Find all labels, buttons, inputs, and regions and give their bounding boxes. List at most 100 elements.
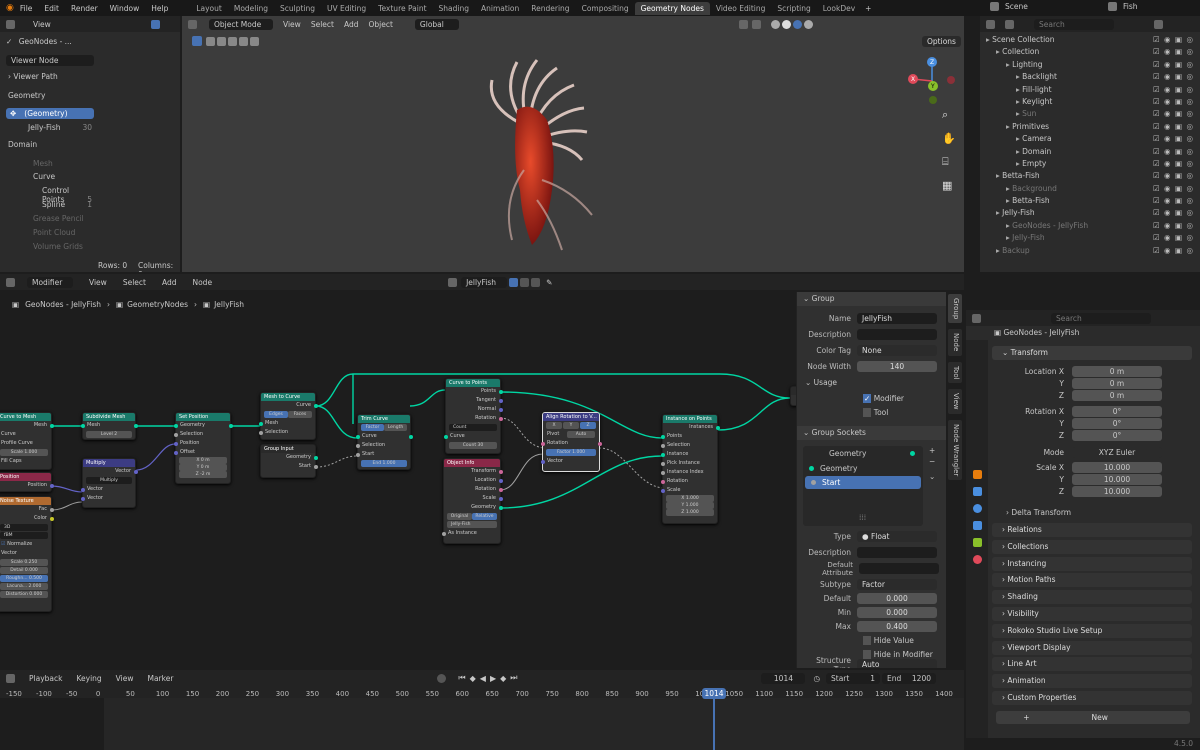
transform-value-field[interactable]: 0 m	[1072, 390, 1162, 401]
sidebar-tab-group[interactable]: Group	[948, 294, 962, 324]
domain-mesh[interactable]: Mesh	[33, 159, 53, 168]
section-collections[interactable]: › Collections	[992, 539, 1192, 554]
timeline-menu-playback[interactable]: Playback	[29, 674, 62, 683]
outliner-item[interactable]: ▸ Betta-Fish ☑ ◉ ▣ ◎	[980, 170, 1200, 182]
noise-texture-node[interactable]: Noise Texture Fac Color 3D fBM ☑ Normali…	[0, 496, 54, 612]
group-description-field[interactable]	[857, 329, 937, 340]
workspace-tab-scripting[interactable]: Scripting	[771, 2, 816, 15]
viewport-menu-select[interactable]: Select	[311, 20, 334, 29]
visibility-toggles[interactable]: ☑ ◉ ▣ ◎	[1153, 59, 1194, 71]
viewer-path-toggle[interactable]: › Viewer Path	[8, 72, 58, 81]
viewport-menu-add[interactable]: Add	[344, 20, 359, 29]
socket-description-field[interactable]	[857, 547, 937, 558]
socket-input-geometry[interactable]: Geometry	[803, 461, 923, 476]
menu-window[interactable]: Window	[110, 4, 140, 13]
next-key-icon[interactable]: ◆	[500, 674, 506, 683]
pan-hand-icon[interactable]: ✋	[942, 132, 956, 145]
select-new-icon[interactable]	[206, 36, 215, 46]
prev-key-icon[interactable]: ◆	[470, 674, 476, 683]
outliner-item[interactable]: ▸ GeoNodes - JellyFish ☑ ◉ ▣ ◎	[980, 220, 1200, 232]
visibility-toggles[interactable]: ☑ ◉ ▣ ◎	[1153, 34, 1194, 46]
domain-grease-pencil[interactable]: Grease Pencil	[33, 214, 84, 223]
viewer-node-select[interactable]: Viewer Node	[6, 55, 94, 66]
object-tab-icon[interactable]	[972, 470, 982, 479]
viewport-menu-object[interactable]: Object	[368, 20, 392, 29]
modifier-checkbox[interactable]: ✓ Modifier	[863, 394, 904, 403]
timeline-menu-view[interactable]: View	[116, 674, 134, 683]
playhead-label[interactable]: 1014	[702, 688, 726, 699]
object-info-node[interactable]: Object Info Transform Location Rotation …	[441, 458, 503, 544]
min-value-field[interactable]: 0.000	[857, 607, 937, 618]
select-extend-icon[interactable]	[217, 36, 226, 46]
default-value-field[interactable]: 0.000	[857, 593, 937, 604]
group-panel-header[interactable]: ⌄ Group	[797, 292, 946, 306]
current-frame-field[interactable]: 1014	[761, 672, 806, 684]
visibility-toggles[interactable]: ☑ ◉ ▣ ◎	[1153, 108, 1194, 120]
socket-output-geometry[interactable]: Geometry	[803, 446, 923, 461]
workspace-tab-animation[interactable]: Animation	[475, 2, 525, 15]
visibility-toggles[interactable]: ☑ ◉ ▣ ◎	[1153, 220, 1194, 232]
transform-value-field[interactable]: 0°	[1072, 418, 1162, 429]
visibility-toggles[interactable]: ☑ ◉ ▣ ◎	[1153, 146, 1194, 158]
viewport-menu-view[interactable]: View	[283, 20, 301, 29]
sidebar-tab-tool[interactable]: Tool	[948, 361, 962, 384]
outliner-item[interactable]: ▸ Background ☑ ◉ ▣ ◎	[980, 183, 1200, 195]
default-attribute-field[interactable]	[859, 563, 939, 574]
workspace-tab-texture-paint[interactable]: Texture Paint	[372, 2, 432, 15]
play-icon[interactable]: ▶	[490, 674, 496, 683]
visibility-toggles[interactable]: ☑ ◉ ▣ ◎	[1153, 133, 1194, 145]
outliner-item[interactable]: ▸ Keylight ☑ ◉ ▣ ◎	[980, 96, 1200, 108]
node-width-field[interactable]: 140	[857, 361, 937, 372]
timeline-menu-keying[interactable]: Keying	[76, 674, 101, 683]
domain-volume-grids[interactable]: Volume Grids	[33, 242, 83, 251]
transform-value-field[interactable]: XYZ Euler	[1072, 447, 1162, 458]
viewlayer-selector[interactable]: Fish	[1108, 2, 1138, 11]
filter-icon[interactable]	[1154, 19, 1163, 29]
pin-icon[interactable]: ✓	[6, 37, 12, 46]
jellyfish-item[interactable]: Jelly-Fish 30	[28, 123, 92, 132]
end-frame-field[interactable]: End 1200	[882, 672, 936, 684]
domain-curve[interactable]: Curve	[33, 172, 55, 181]
constraints-tab-icon[interactable]	[972, 538, 982, 547]
properties-search[interactable]: Search	[1051, 312, 1151, 324]
instance-on-points-node[interactable]: Instance on Points Instances Points Sele…	[660, 414, 720, 524]
structure-type-select[interactable]: Auto	[857, 659, 937, 668]
grid-view-icon[interactable]: ▦	[942, 179, 956, 192]
group-name-field[interactable]: JellyFish	[857, 313, 937, 324]
section-shading[interactable]: › Shading	[992, 590, 1192, 605]
outliner-item[interactable]: ▸ Backup ☑ ◉ ▣ ◎	[980, 245, 1200, 257]
group-sockets-header[interactable]: ⌄ Group Sockets	[797, 426, 946, 440]
transform-orientation[interactable]: Global	[414, 18, 459, 30]
jellyfish-object[interactable]	[462, 50, 642, 260]
transform-value-field[interactable]: 10.000	[1072, 486, 1162, 497]
workspace-tab-shading[interactable]: Shading	[433, 2, 475, 15]
filter-icon[interactable]	[150, 19, 160, 29]
visibility-toggles[interactable]: ☑ ◉ ▣ ◎	[1153, 170, 1194, 182]
new-custom-property-button[interactable]: + New	[996, 711, 1190, 724]
outliner-item[interactable]: ▸ Empty ☑ ◉ ▣ ◎	[980, 158, 1200, 170]
outliner-item[interactable]: ▸ Backlight ☑ ◉ ▣ ◎	[980, 71, 1200, 83]
workspace-tab-geometry-nodes[interactable]: Geometry Nodes	[634, 1, 710, 15]
curve-to-points-node[interactable]: Curve to Points Points Tangent Normal Ro…	[443, 378, 503, 454]
transform-value-field[interactable]: 0°	[1072, 430, 1162, 441]
visibility-toggles[interactable]: ☑ ◉ ▣ ◎	[1153, 232, 1194, 244]
curve-to-mesh-node[interactable]: Curve to Mesh Mesh Curve Profile Curve S…	[0, 412, 54, 470]
zoom-icon[interactable]: ⌕	[942, 108, 956, 122]
tool-checkbox[interactable]: Tool	[863, 408, 888, 417]
jump-end-icon[interactable]: ⏭	[510, 673, 517, 683]
geometry-item[interactable]: ✥ (Geometry)	[6, 108, 94, 119]
camera-view-icon[interactable]: ⌸	[942, 155, 956, 169]
workspace-tab-video-editing[interactable]: Video Editing	[710, 2, 772, 15]
blender-logo-icon[interactable]: ◉	[6, 3, 14, 13]
add-socket-icon[interactable]: +	[929, 446, 935, 455]
start-frame-field[interactable]: Start 1	[826, 672, 880, 684]
select-subtract-icon[interactable]	[228, 36, 237, 46]
trim-curve-node[interactable]: Trim Curve Factor Length Curve Selection …	[355, 414, 413, 470]
socket-menu-icon[interactable]: ⌄	[929, 472, 935, 481]
visibility-toggles[interactable]: ☑ ◉ ▣ ◎	[1153, 71, 1194, 83]
record-icon[interactable]	[437, 673, 447, 683]
menu-render[interactable]: Render	[71, 4, 98, 13]
outliner-item[interactable]: ▸ Fill-light ☑ ◉ ▣ ◎	[980, 84, 1200, 96]
node-editor[interactable]: Modifier View Select Add Node JellyFish ✎ ▣…	[0, 274, 964, 668]
subtype-select[interactable]: Factor	[857, 579, 937, 590]
